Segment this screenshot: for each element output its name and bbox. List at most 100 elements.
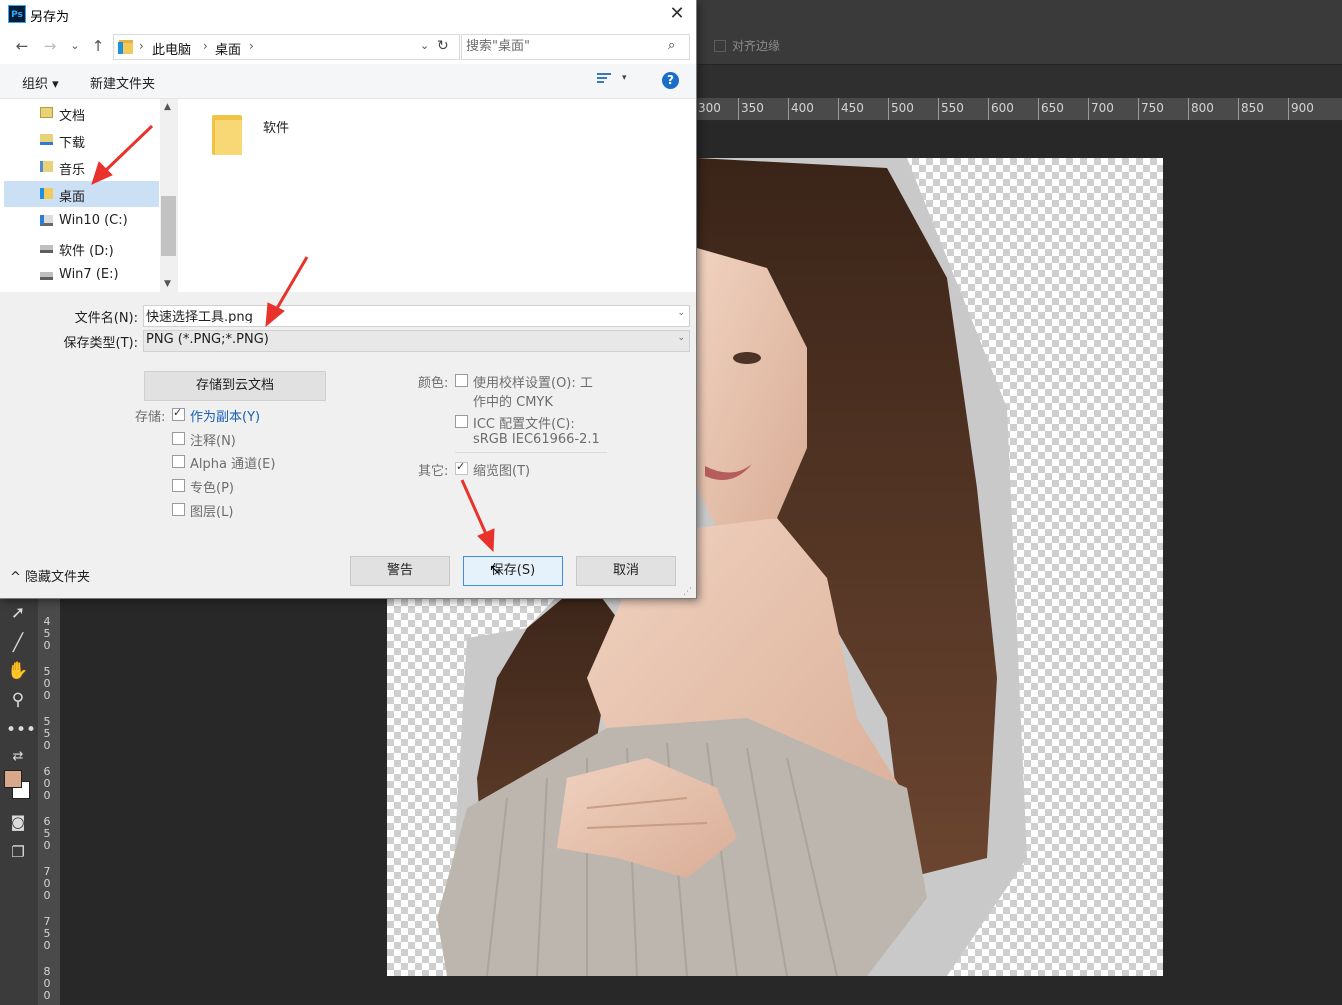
select-arrow-icon[interactable]: ➚ — [6, 602, 30, 624]
thumbnail-checkbox[interactable] — [455, 460, 468, 475]
layers-checkbox[interactable] — [172, 503, 185, 516]
organize-menu[interactable]: 组织 ▾ — [22, 73, 59, 92]
sidebar-item-downloads[interactable]: 下载 — [4, 127, 159, 153]
more-tools-icon[interactable]: ••• — [6, 719, 36, 741]
folder-icon[interactable] — [212, 115, 242, 155]
view-dropdown-chevron-icon[interactable]: ▾ — [622, 73, 627, 83]
ps-document-tabbar — [696, 65, 1342, 98]
scroll-up-arrow-icon[interactable]: ▲ — [164, 102, 171, 112]
sidebar-item-desktop[interactable]: 桌面 — [4, 181, 159, 207]
sidebar-item-drive-e[interactable]: Win7 (E:) — [4, 262, 159, 288]
recent-locations-chevron-icon[interactable]: ⌄ — [66, 39, 84, 52]
music-icon — [40, 161, 53, 172]
line-tool-icon[interactable]: ╱ — [6, 632, 30, 654]
tools-panel: ➚ ╱ ✋ ⚲ ••• ⇄ ◙ ❐ — [0, 596, 38, 1005]
as-copy-checkbox[interactable] — [172, 406, 185, 421]
forward-arrow-icon[interactable]: → — [41, 37, 59, 55]
search-icon[interactable]: ⌕ — [668, 38, 675, 53]
ruler-tick — [888, 98, 889, 120]
filetype-select[interactable]: PNG (*.PNG;*.PNG) ⌄ — [143, 330, 690, 352]
hand-tool-icon[interactable]: ✋ — [6, 660, 30, 682]
new-folder-button[interactable]: 新建文件夹 — [90, 73, 155, 92]
icc-profile-option[interactable]: ICC 配置文件(C): sRGB IEC61966-2.1 — [455, 413, 600, 447]
ruler-label: 4 5 0 — [43, 615, 51, 652]
command-bar: 组织 ▾ 新建文件夹 ▾ ? — [0, 64, 696, 99]
annotations-checkbox[interactable] — [172, 432, 185, 445]
file-list: 软件 — [178, 99, 696, 292]
filename-field[interactable] — [146, 307, 666, 323]
alpha-channels-option[interactable]: Alpha 通道(E) — [172, 453, 275, 472]
as-copy-label: 作为副本(Y) — [190, 410, 261, 425]
ruler-label: 5 0 0 — [43, 665, 51, 702]
save-button[interactable]: 保存(S) — [463, 556, 563, 586]
navigation-pane: 文档 下载 音乐 桌面 Win10 (C:) 软件 (D:) Win7 (E:) — [0, 99, 177, 292]
horizontal-ruler: 300 350 400 450 500 550 600 650 700 750 … — [696, 98, 1342, 121]
as-copy-option[interactable]: 作为副本(Y) — [172, 406, 260, 425]
alpha-channels-checkbox[interactable] — [172, 455, 185, 468]
ruler-tick — [1288, 98, 1289, 120]
hide-folders-toggle[interactable]: ^ 隐藏文件夹 — [10, 566, 90, 585]
use-proof-setup-option[interactable]: 使用校样设置(O): 工 作中的 CMYK — [455, 372, 593, 410]
view-options-icon[interactable] — [597, 73, 611, 87]
help-icon[interactable]: ? — [662, 72, 679, 89]
annotations-option[interactable]: 注释(N) — [172, 430, 236, 449]
resize-grip-icon[interactable]: ⋰ — [683, 587, 692, 597]
options-divider — [455, 452, 607, 453]
search-box[interactable]: ⌕ — [461, 34, 690, 60]
cancel-button[interactable]: 取消 — [576, 556, 676, 586]
filename-combobox[interactable]: ⌄ — [143, 305, 690, 327]
dialog-title: 另存为 — [30, 10, 70, 25]
breadcrumb-this-pc[interactable]: 此电脑 — [152, 39, 191, 58]
warning-button[interactable]: 警告 — [350, 556, 450, 586]
ruler-tick — [1088, 98, 1089, 120]
alpha-channels-label: Alpha 通道(E) — [190, 457, 276, 472]
sidebar-item-drive-d[interactable]: 软件 (D:) — [4, 235, 159, 261]
other-options-label: 其它: — [418, 464, 449, 479]
proof-label-line1: 使用校样设置(O): 工 — [473, 376, 593, 391]
use-proof-setup-label: 使用校样设置(O): 工 作中的 CMYK — [473, 372, 593, 410]
navigation-bar: ← → ⌄ ↑ › 此电脑 › 桌面 › ⌄ ↻ ⌕ — [0, 30, 696, 64]
refresh-icon[interactable]: ↻ — [437, 38, 449, 54]
photoshop-app-icon: Ps — [8, 5, 26, 23]
ruler-tick — [938, 98, 939, 120]
layers-option[interactable]: 图层(L) — [172, 501, 233, 520]
use-proof-setup-checkbox[interactable] — [455, 374, 468, 387]
sidebar-item-documents[interactable]: 文档 — [4, 100, 159, 126]
thumbnail-option[interactable]: 缩览图(T) — [455, 460, 530, 479]
filename-dropdown-chevron-icon[interactable]: ⌄ — [677, 308, 685, 318]
search-input[interactable] — [466, 38, 656, 54]
ruler-label: 5 5 0 — [43, 715, 51, 752]
align-edges-option[interactable]: 对齐边缘 — [714, 37, 780, 54]
foreground-color-swatch[interactable] — [4, 770, 22, 788]
filetype-dropdown-chevron-icon[interactable]: ⌄ — [677, 333, 685, 343]
sidebar-item-music[interactable]: 音乐 — [4, 154, 159, 180]
back-arrow-icon[interactable]: ← — [13, 37, 31, 55]
ruler-label: 600 — [991, 101, 1014, 115]
navigation-pane-scrollbar[interactable]: ▲ ▼ — [160, 99, 177, 292]
address-bar[interactable]: › 此电脑 › 桌面 › ⌄ ↻ — [113, 34, 460, 60]
icc-profile-checkbox[interactable] — [455, 415, 468, 428]
address-dropdown-chevron-icon[interactable]: ⌄ — [420, 39, 429, 52]
screen-mode-icon[interactable]: ❐ — [6, 841, 30, 863]
close-icon[interactable]: ✕ — [664, 2, 690, 26]
up-folder-arrow-icon[interactable]: ↑ — [89, 37, 107, 55]
spot-colors-option[interactable]: 专色(P) — [172, 477, 234, 496]
layers-label: 图层(L) — [190, 505, 234, 520]
scroll-down-arrow-icon[interactable]: ▼ — [164, 279, 171, 289]
scrollbar-thumb[interactable] — [161, 196, 176, 256]
save-to-cloud-button[interactable]: 存储到云文档 — [144, 371, 326, 401]
dialog-titlebar[interactable]: Ps 另存为 ✕ — [0, 0, 696, 30]
breadcrumb-desktop[interactable]: 桌面 — [215, 39, 241, 58]
filetype-value: PNG (*.PNG;*.PNG) — [146, 332, 269, 347]
file-item-name[interactable]: 软件 — [263, 117, 289, 136]
align-edges-checkbox[interactable] — [714, 39, 726, 52]
swap-colors-icon[interactable]: ⇄ — [6, 746, 30, 768]
icc-profile-label: ICC 配置文件(C): sRGB IEC61966-2.1 — [473, 413, 600, 447]
zoom-tool-icon[interactable]: ⚲ — [6, 689, 30, 711]
ruler-tick — [1188, 98, 1189, 120]
spot-colors-checkbox[interactable] — [172, 479, 185, 492]
quick-mask-icon[interactable]: ◙ — [6, 811, 30, 833]
sidebar-item-drive-c[interactable]: Win10 (C:) — [4, 208, 159, 234]
desktop-icon — [40, 188, 53, 199]
align-edges-label: 对齐边缘 — [732, 39, 781, 53]
